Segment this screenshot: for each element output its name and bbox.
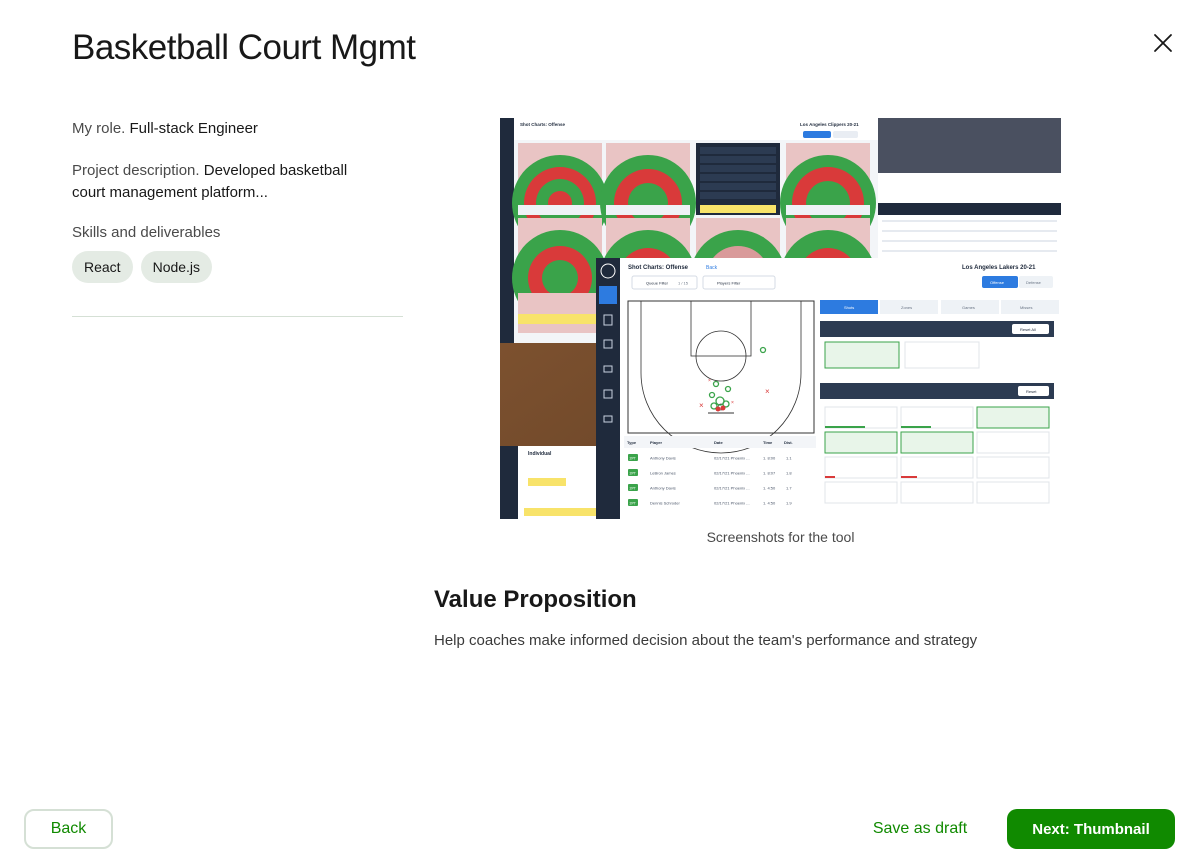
tab-defense: Defense [1026,280,1042,285]
front-title: Shot Charts: Offense [628,265,689,271]
row-type: 2PT [630,457,637,461]
row-type: 2PT [630,487,637,491]
screenshot-caption: Screenshots for the tool [706,529,855,545]
value-proposition-text: Help coaches make informed decision abou… [434,632,978,649]
row-time: 1. 4:50 [763,486,776,491]
front-back-link: Back [706,265,718,271]
individual-label: Individual [528,451,552,457]
queue-filter: Queue Filter [646,281,669,286]
row-dist: 1.8 [786,471,792,476]
reset: Reset [1026,389,1037,394]
row-type: 2PT [630,502,637,506]
th-date: Date [714,440,723,445]
svg-text:×: × [699,401,704,410]
role-value: Full-stack Engineer [129,120,258,137]
next-thumbnail-button[interactable]: Next: Thumbnail [1007,809,1175,849]
description-label: Project description. [72,162,200,179]
row-time: 1. 4:50 [763,501,776,506]
row-player: LeBron James [650,471,676,476]
row-date: 02/17/21 Phoenix ... [714,471,750,476]
court-diagram: × × × × [627,300,815,454]
row-date: 02/17/21 Phoenix ... [714,456,750,461]
row-dist: 1.7 [786,486,792,491]
th-type: Type [627,440,637,445]
svg-text:×: × [765,387,770,396]
role-label: My role. [72,120,126,137]
front-team: Los Angeles Lakers 20-21 [962,265,1036,271]
view-tab-misses: Misses [1020,305,1032,310]
project-screenshot[interactable]: Shot Charts: Offense Los Angeles Clipper… [500,118,1061,519]
close-button[interactable] [1150,30,1176,56]
th-dist: Dist. [784,440,793,445]
view-tab-games: Games [962,305,975,310]
stats-panel [696,143,780,215]
row-dist: 1.9 [786,501,792,506]
view-tab-zones: Zones [901,305,912,310]
row-player: Anthony Davis [650,456,676,461]
skills-label: Skills and deliverables [72,224,221,241]
page-title: Basketball Court Mgmt [72,28,416,67]
save-draft-button[interactable]: Save as draft [862,809,978,849]
front-window: Shot Charts: Offense Back Los Angeles La… [596,258,1061,519]
role-row: My role. Full-stack Engineer [72,118,403,140]
row-type: 2PT [630,472,637,476]
row-time: 1. 8:07 [763,471,776,476]
svg-text:×: × [708,378,711,384]
close-icon [1154,34,1172,52]
th-player: Player [650,440,662,445]
value-proposition-title: Value Proposition [434,586,637,613]
queue-count: 1 / 15 [678,281,689,286]
back-team: Los Angeles Clippers 20-21 [800,122,859,127]
view-tab-shots: Shots [844,305,854,310]
skill-chip-react: React [72,251,133,283]
row-date: 02/17/21 Phoenix ... [714,486,750,491]
reset-all: Reset All [1020,327,1036,332]
description-row: Project description. Developed basketbal… [72,160,372,204]
th-time: Time [763,440,773,445]
row-player: Dennis Schroder [650,501,680,506]
row-dist: 1.1 [786,456,792,461]
tab-offense: Offense [990,280,1005,285]
project-details: My role. Full-stack Engineer Project des… [72,118,403,317]
row-player: Anthony Davis [650,486,676,491]
back-button[interactable]: Back [24,809,113,849]
row-time: 1. 8:00 [763,456,776,461]
svg-text:×: × [731,400,734,406]
skill-chip-nodejs: Node.js [140,251,213,283]
row-date: 02/17/21 Phoenix ... [714,501,750,506]
screenshot-illustration: Shot Charts: Offense Los Angeles Clipper… [500,118,1061,519]
divider [72,316,403,317]
back-title: Shot Charts: Offense [520,122,566,127]
skills-list: React Node.js [72,251,403,283]
players-filter: Players Filter [717,281,741,286]
